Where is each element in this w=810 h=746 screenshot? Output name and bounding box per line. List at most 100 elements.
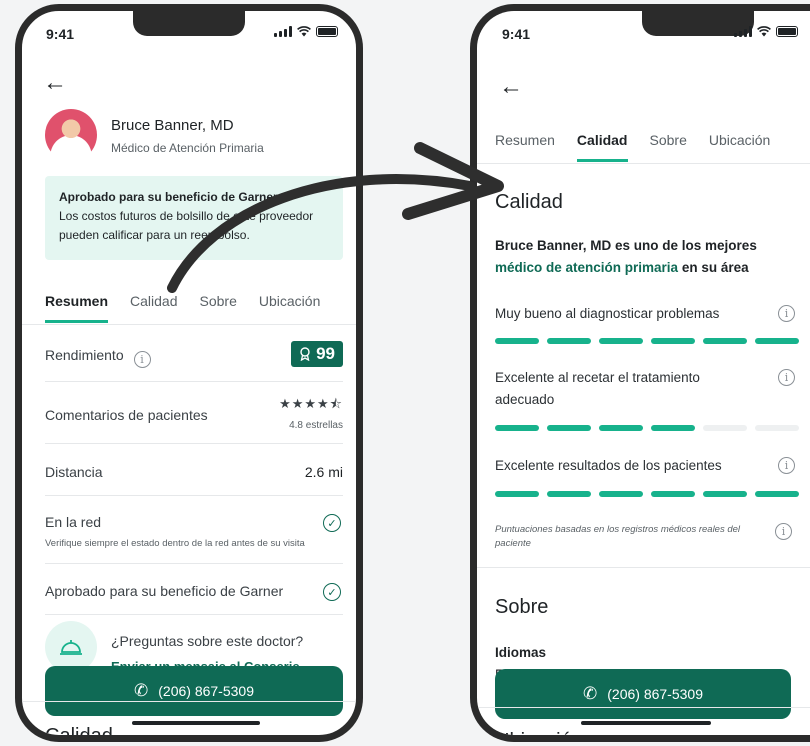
phone-icon: ✆ xyxy=(583,684,598,703)
rating-bar-segment xyxy=(703,425,747,431)
criterion-label: Excelente al recetar el tratamiento adec… xyxy=(495,370,700,407)
rating-bar-segment xyxy=(495,425,539,431)
tab-calidad[interactable]: Calidad xyxy=(576,132,628,162)
criterion-label: Muy bueno al diagnosticar problemas xyxy=(495,306,720,321)
criterion-label: Excelente resultados de los pacientes xyxy=(495,458,722,473)
status-time: 9:41 xyxy=(46,26,75,42)
call-button-label: (206) 867-5309 xyxy=(607,686,703,702)
info-icon[interactable]: i xyxy=(778,369,795,386)
stars-rating: ★★★★⯪ 4.8 estrellas xyxy=(279,395,343,431)
info-icon[interactable]: i xyxy=(133,351,151,368)
signal-icon xyxy=(274,26,292,37)
score-value: 99 xyxy=(316,344,335,363)
home-indicator xyxy=(581,721,711,725)
info-icon[interactable]: i xyxy=(778,305,795,322)
back-arrow-icon[interactable]: ← xyxy=(43,71,67,95)
tab-resumen[interactable]: Resumen xyxy=(495,132,555,162)
tab-calidad[interactable]: Calidad xyxy=(130,293,177,323)
criterion-bars xyxy=(495,338,799,344)
call-button[interactable]: ✆ (206) 867-5309 xyxy=(45,666,343,716)
quality-intro: Bruce Banner, MD es uno de los mejores m… xyxy=(495,235,795,279)
rating-bar-segment xyxy=(547,491,591,497)
call-button[interactable]: ✆ (206) 867-5309 xyxy=(495,669,791,719)
wifi-icon xyxy=(297,26,311,37)
status-icons xyxy=(274,26,338,37)
rating-bar-segment xyxy=(755,338,799,344)
criterion-outcomes: Excelente resultados de los pacientes i xyxy=(495,455,795,477)
distance-label: Distancia xyxy=(45,464,103,480)
benefit-banner: Aprobado para su beneficio de Garner... … xyxy=(45,176,343,260)
approved-row: Aprobado para su beneficio de Garner ✓ xyxy=(45,583,343,601)
phone-notch xyxy=(133,11,245,36)
section-divider xyxy=(22,701,356,702)
rating-bar-segment xyxy=(547,425,591,431)
reviews-row[interactable]: Comentarios de pacientes ★★★★⯪ 4.8 estre… xyxy=(45,396,343,431)
rating-bar-segment xyxy=(599,425,643,431)
stars-icon: ★★★★⯪ xyxy=(279,396,343,411)
distance-value: 2.6 mi xyxy=(304,464,343,480)
rating-bar-segment xyxy=(599,338,643,344)
quality-intro-prefix: Bruce Banner, MD es uno de los mejores xyxy=(495,238,757,253)
reviews-label: Comentarios de pacientes xyxy=(45,407,208,423)
row-divider xyxy=(45,563,343,564)
check-circle-icon: ✓ xyxy=(323,514,341,532)
benefit-banner-body: Los costos futuros de bolsillo de este p… xyxy=(59,209,314,242)
quality-note: Puntuaciones basadas en los registros mé… xyxy=(495,524,741,549)
network-label: En la red xyxy=(45,514,102,530)
avatar xyxy=(45,109,97,161)
row-divider xyxy=(45,495,343,496)
tab-ubicacion[interactable]: Ubicación xyxy=(259,293,320,323)
check-circle-icon: ✓ xyxy=(323,583,341,601)
network-row: En la red ✓ Verifique siempre el estado … xyxy=(45,514,343,549)
quality-intro-suffix: en su área xyxy=(681,260,749,275)
tab-ubicacion[interactable]: Ubicación xyxy=(709,132,770,162)
quality-intro-accent: médico de atención primaria xyxy=(495,260,679,275)
section-divider xyxy=(477,567,810,568)
row-divider xyxy=(45,443,343,444)
score-badge: 99 xyxy=(291,341,343,367)
approved-label: Aprobado para su beneficio de Garner xyxy=(45,583,284,599)
rating-bar-segment xyxy=(651,338,695,344)
criterion-treatment: Excelente al recetar el tratamiento adec… xyxy=(495,367,795,411)
rating-bar-segment xyxy=(599,491,643,497)
battery-icon xyxy=(776,26,798,37)
rating-bar-segment xyxy=(651,425,695,431)
distance-row: Distancia 2.6 mi xyxy=(45,464,343,480)
criterion-diagnosis: Muy bueno al diagnosticar problemas i xyxy=(495,303,795,325)
tab-bar: Resumen Calidad Sobre Ubicación xyxy=(495,132,792,162)
quality-heading: Calidad xyxy=(495,191,563,213)
row-divider xyxy=(45,614,343,615)
call-button-label: (206) 867-5309 xyxy=(158,683,254,699)
tab-bar: Resumen Calidad Sobre Ubicación xyxy=(45,293,342,323)
rating-bar-segment xyxy=(755,491,799,497)
doctor-role: Médico de Atención Primaria xyxy=(111,141,264,155)
tabs-divider xyxy=(477,163,810,164)
section-heading-ubicacion: Ubicación xyxy=(495,730,583,742)
questions-title: ¿Preguntas sobre este doctor? xyxy=(111,633,304,649)
info-icon[interactable]: i xyxy=(778,457,795,474)
back-arrow-icon[interactable]: ← xyxy=(499,75,523,99)
tab-sobre[interactable]: Sobre xyxy=(650,132,687,162)
status-time: 9:41 xyxy=(502,26,531,42)
benefit-banner-title: Aprobado para su beneficio de Garner... xyxy=(59,190,288,204)
tab-sobre[interactable]: Sobre xyxy=(200,293,237,323)
performance-row: Rendimiento i 99 xyxy=(45,341,343,368)
doctor-name: Bruce Banner, MD xyxy=(111,117,234,134)
criterion-bars xyxy=(495,425,799,431)
performance-label: Rendimiento xyxy=(45,347,124,363)
phone-left: 9:41 ← Bruce Banner, MD Médico de Atenci… xyxy=(15,4,363,742)
rating-bar-segment xyxy=(703,338,747,344)
row-divider xyxy=(45,381,343,382)
tabs-divider xyxy=(22,324,356,325)
rating-bar-segment xyxy=(651,491,695,497)
section-heading-calidad: Calidad xyxy=(45,725,113,742)
phone-icon: ✆ xyxy=(134,681,149,700)
status-icons xyxy=(734,26,798,37)
info-icon[interactable]: i xyxy=(775,523,792,540)
network-note: Verifique siempre el estado dentro de la… xyxy=(45,538,305,549)
tab-resumen[interactable]: Resumen xyxy=(45,293,109,323)
award-icon xyxy=(300,347,310,361)
battery-icon xyxy=(316,26,338,37)
rating-text: 4.8 estrellas xyxy=(289,420,343,431)
wifi-icon xyxy=(757,26,771,37)
